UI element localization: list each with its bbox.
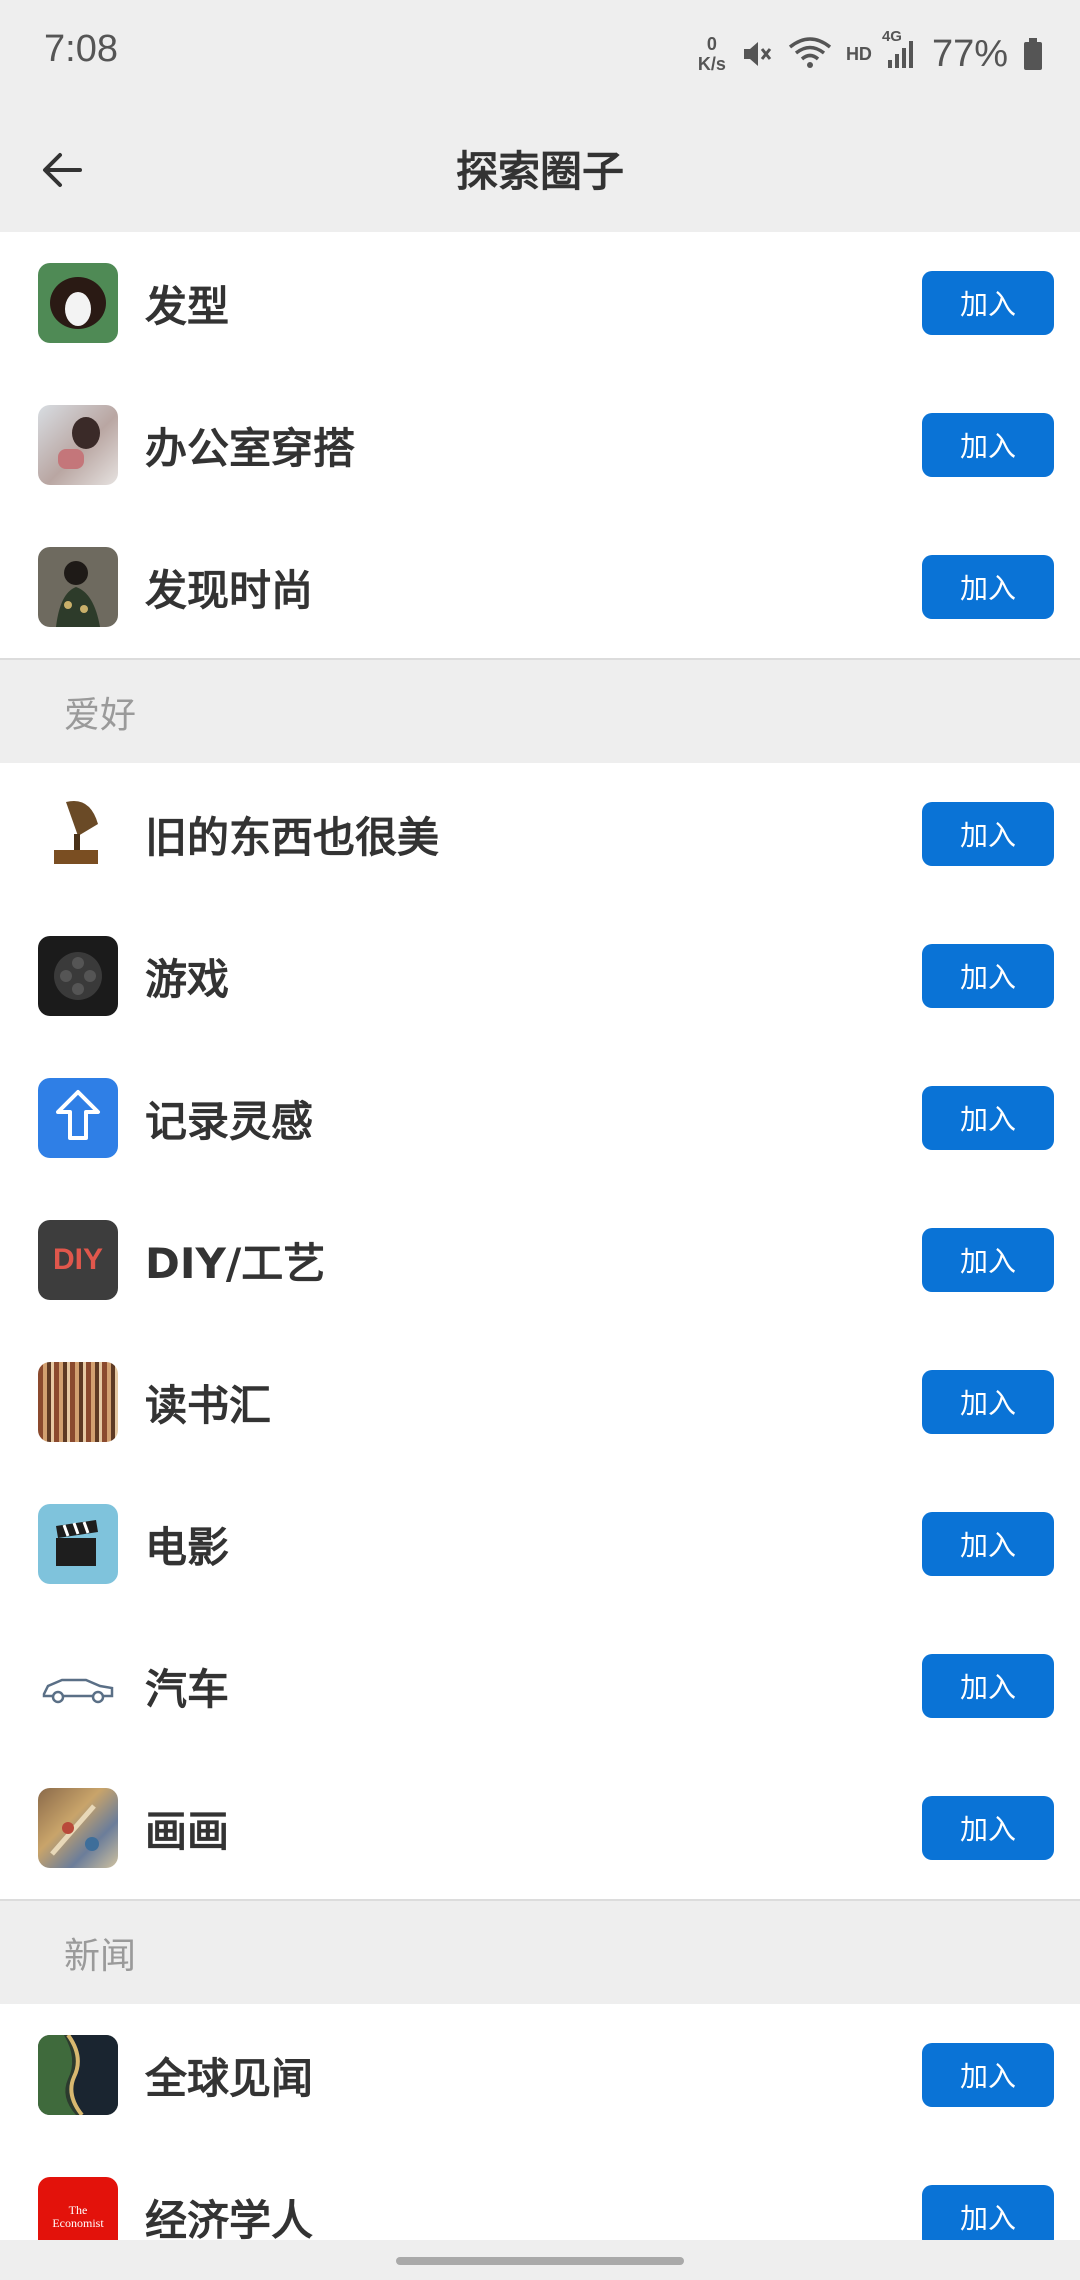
status-bar: 7:08 0 K/s HD 4G 77% <box>0 0 1080 110</box>
item-label: 经济学人 <box>145 2195 314 2245</box>
join-button[interactable]: 加入 <box>922 1512 1054 1576</box>
painting-thumbnail <box>38 1788 118 1868</box>
list-item[interactable]: 旧的东西也很美 加入 <box>0 763 1080 905</box>
list-item[interactable]: 办公室穿搭 加入 <box>0 374 1080 516</box>
join-button[interactable]: 加入 <box>922 1654 1054 1718</box>
join-button[interactable]: 加入 <box>922 1370 1054 1434</box>
join-button[interactable]: 加入 <box>922 271 1054 335</box>
status-time: 7:08 <box>44 28 118 70</box>
battery-icon <box>1024 38 1042 70</box>
section-header-hobbies: 爱好 <box>0 658 1080 763</box>
top-group: 发型 加入 办公室穿搭 加入 发现时尚 加入 <box>0 232 1080 658</box>
join-button[interactable]: 加入 <box>922 555 1054 619</box>
bookshelf-thumbnail <box>38 1362 118 1442</box>
section-header-news: 新闻 <box>0 1899 1080 2004</box>
list-item[interactable]: 发现时尚 加入 <box>0 516 1080 658</box>
battery-percent: 77% <box>931 32 1008 75</box>
mute-icon <box>743 42 772 66</box>
app-bar: 探索圈子 <box>0 110 1080 232</box>
item-label: 汽车 <box>145 1664 230 1714</box>
list-item[interactable]: 读书汇 加入 <box>0 1331 1080 1473</box>
net-speed-unit: K/s <box>697 54 726 74</box>
office-outfit-thumbnail <box>38 405 118 485</box>
car-thumbnail <box>38 1646 118 1726</box>
list-item[interactable]: DIY DIY/工艺 加入 <box>0 1189 1080 1331</box>
list-item[interactable]: 汽车 加入 <box>0 1615 1080 1757</box>
diy-thumbnail: DIY <box>38 1220 118 1300</box>
upload-arrow-thumbnail <box>38 1078 118 1158</box>
item-label: 旧的东西也很美 <box>145 812 440 862</box>
item-label: 办公室穿搭 <box>145 423 356 473</box>
item-label: 全球见闻 <box>145 2053 314 2103</box>
list-item[interactable]: 发型 加入 <box>0 232 1080 374</box>
diy-thumb-text: DIY <box>52 1243 103 1276</box>
list-item[interactable]: 全球见闻 加入 <box>0 2004 1080 2146</box>
fashion-thumbnail <box>38 547 118 627</box>
join-button[interactable]: 加入 <box>922 1228 1054 1292</box>
coastline-thumbnail <box>38 2035 118 2115</box>
news-group: 全球见闻 加入 The Economist 经济学人 加入 <box>0 2004 1080 2280</box>
economist-logo-text-name: Economist <box>52 2216 104 2230</box>
network-type-label: 4G <box>881 28 902 45</box>
net-speed: 0 K/s <box>698 34 726 74</box>
home-gesture-bar[interactable] <box>396 2257 684 2265</box>
item-label: 电影 <box>145 1522 230 1572</box>
gramophone-thumbnail <box>38 794 118 874</box>
game-controller-thumbnail <box>38 936 118 1016</box>
join-button[interactable]: 加入 <box>922 413 1054 477</box>
join-button[interactable]: 加入 <box>922 1796 1054 1860</box>
join-button[interactable]: 加入 <box>922 1086 1054 1150</box>
circle-list: 发型 加入 办公室穿搭 加入 发现时尚 加入 爱好 旧的东西也很美 加入 游戏 … <box>0 232 1080 2280</box>
navigation-bar <box>0 2240 1080 2280</box>
item-label: 游戏 <box>145 954 230 1004</box>
page-title: 探索圈子 <box>455 147 624 196</box>
hd-label: HD <box>845 43 872 64</box>
join-button[interactable]: 加入 <box>922 802 1054 866</box>
item-label: 发型 <box>145 281 230 331</box>
wifi-icon <box>788 37 832 68</box>
signal-group: 4G <box>882 28 918 70</box>
item-label: 画画 <box>145 1806 230 1856</box>
hobbies-group: 旧的东西也很美 加入 游戏 加入 记录灵感 加入 DIY DIY/工艺 加入 读… <box>0 763 1080 1899</box>
item-label: 记录灵感 <box>145 1096 314 1146</box>
hair-style-thumbnail <box>38 263 118 343</box>
item-label: 发现时尚 <box>145 565 314 615</box>
list-item[interactable]: 画画 加入 <box>0 1757 1080 1899</box>
list-item[interactable]: 电影 加入 <box>0 1473 1080 1615</box>
clapperboard-thumbnail <box>38 1504 118 1584</box>
join-button[interactable]: 加入 <box>922 944 1054 1008</box>
join-button[interactable]: 加入 <box>922 2043 1054 2107</box>
item-label: DIY/工艺 <box>145 1238 326 1288</box>
list-item[interactable]: 游戏 加入 <box>0 905 1080 1047</box>
list-item[interactable]: 记录灵感 加入 <box>0 1047 1080 1189</box>
status-icons: 0 K/s HD 4G 77% <box>698 26 1044 82</box>
item-label: 读书汇 <box>145 1380 272 1430</box>
net-speed-value: 0 <box>706 34 717 54</box>
